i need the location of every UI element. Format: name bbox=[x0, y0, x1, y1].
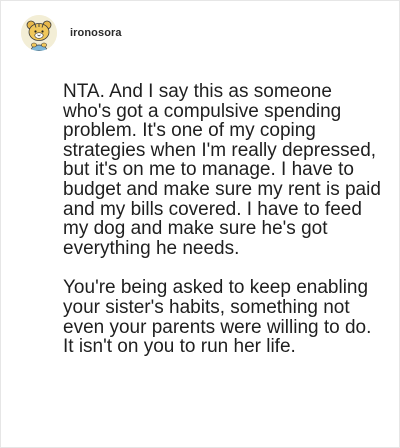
comment-body: NTA. And I say this as someone who's got… bbox=[63, 82, 383, 357]
comment-card: ironosora NTA. And I say this as someone… bbox=[0, 0, 400, 448]
username[interactable]: ironosora bbox=[70, 27, 122, 39]
comment-header: ironosora bbox=[21, 15, 122, 51]
comment-paragraph-1: NTA. And I say this as someone who's got… bbox=[63, 81, 381, 259]
avatar[interactable] bbox=[21, 15, 57, 51]
tiger-mascot-icon bbox=[21, 15, 57, 51]
comment-paragraph-2: You're being asked to keep enabling your… bbox=[63, 277, 372, 358]
